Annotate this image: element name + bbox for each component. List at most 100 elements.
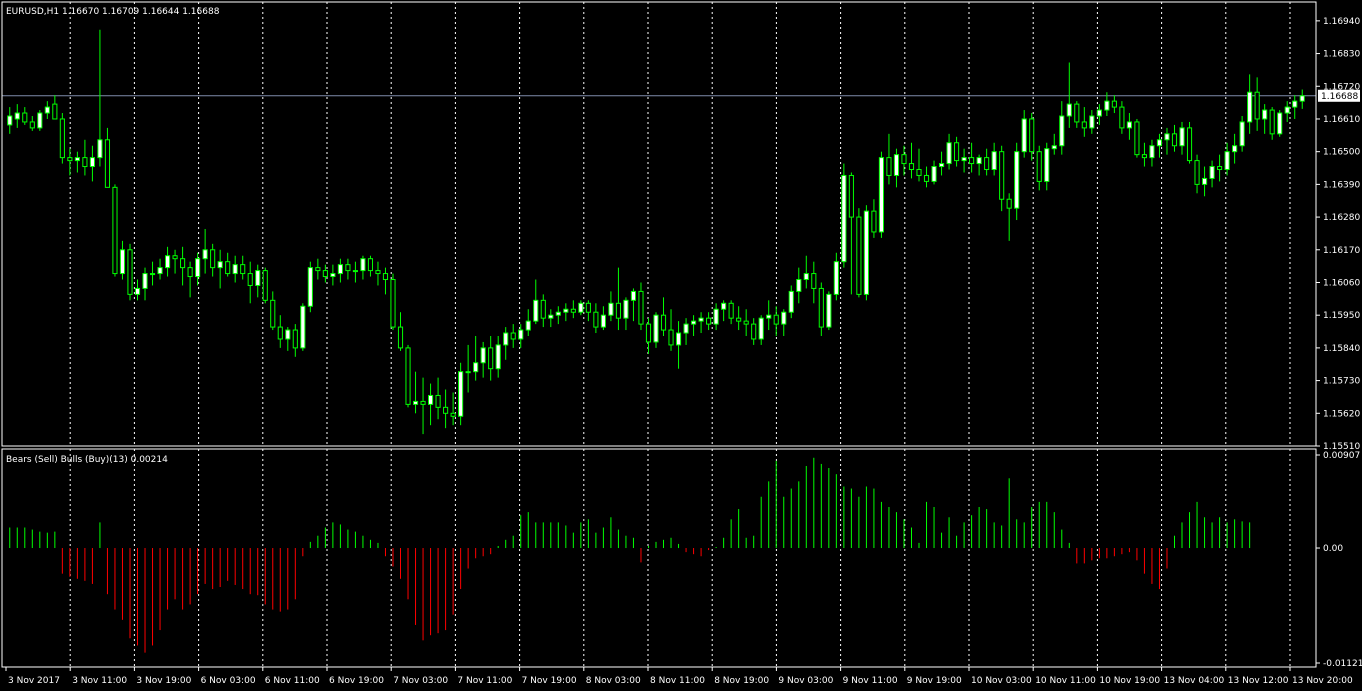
candle: [1141, 142, 1148, 167]
chart-canvas[interactable]: 1.169401.168301.167201.166101.165001.163…: [0, 0, 1362, 691]
time-tick-label: 10 Nov 03:00: [971, 676, 1032, 686]
candle-body-bear: [615, 302, 621, 319]
candle: [668, 309, 674, 351]
indicator-pane[interactable]: [9, 449, 1291, 667]
candle-body-bull: [202, 249, 208, 260]
time-tick-label: 6 Nov 03:00: [201, 676, 256, 686]
candle-body-bull: [766, 314, 772, 319]
candle-body-bull: [878, 157, 885, 233]
candle-body-bear: [773, 314, 779, 325]
candle-body-bull: [217, 261, 223, 269]
symbol-header: EURUSD,H1 1.16670 1.16709 1.16644 1.1668…: [6, 7, 220, 17]
candle-body-bull: [518, 329, 524, 340]
candle-body-bull: [1164, 133, 1170, 141]
candle-body-bear: [315, 267, 321, 272]
candle-body-bear: [999, 151, 1005, 200]
candle-body-bull: [503, 332, 509, 346]
price-tick-label: 1.16280: [1323, 213, 1360, 223]
candle: [999, 145, 1005, 212]
candle: [225, 252, 231, 277]
candle: [773, 306, 779, 336]
candle-body-bear: [1111, 100, 1117, 108]
candle-body-bear: [1217, 166, 1223, 171]
candle: [262, 267, 268, 304]
candle: [593, 303, 599, 334]
candle-body-bull: [578, 302, 584, 313]
candle-body-bull: [683, 323, 689, 334]
candle-body-bull: [255, 270, 261, 286]
candle-body-bear: [886, 157, 892, 176]
candle: [180, 246, 186, 286]
candle: [615, 267, 621, 331]
candle-body-bear: [1186, 127, 1193, 162]
candle: [1179, 121, 1185, 155]
price-pane[interactable]: [2, 2, 1316, 446]
candle: [608, 291, 614, 322]
candle-body-bear: [262, 270, 268, 301]
time-tick-label: 6 Nov 11:00: [265, 676, 320, 686]
candle-body-bull: [330, 273, 336, 278]
candle-body-bull: [698, 317, 704, 322]
candle: [360, 255, 366, 280]
candle: [510, 324, 516, 348]
candle: [112, 184, 118, 277]
candle: [548, 309, 554, 328]
candle-body-bear: [405, 347, 411, 405]
time-tick-label: 9 Nov 19:00: [907, 676, 962, 686]
candle-body-bull: [758, 317, 764, 340]
candle: [450, 392, 456, 426]
candle-body-bull: [691, 320, 697, 325]
candle: [1006, 193, 1012, 241]
candle-body-bear: [728, 302, 734, 319]
candle: [826, 291, 832, 331]
candle-body-bull: [352, 270, 358, 273]
candle-body-bear: [540, 299, 546, 319]
candle: [1217, 154, 1223, 182]
candle: [908, 142, 915, 179]
candle: [375, 261, 381, 286]
price-tick-label: 1.16500: [1323, 148, 1360, 158]
candle: [1044, 142, 1050, 191]
candle-body-bull: [1299, 95, 1305, 102]
candle: [766, 300, 772, 331]
price-tick-label: 1.16830: [1323, 50, 1360, 60]
candle: [758, 315, 764, 345]
candle-body-bull: [833, 261, 839, 295]
candle-body-bear: [52, 103, 58, 120]
candle-body-bear: [660, 314, 667, 331]
candle: [172, 249, 178, 274]
candle-body-bear: [240, 264, 246, 275]
candle-body-bear: [848, 174, 854, 218]
candle: [1232, 133, 1238, 164]
candle-body-bull: [803, 273, 809, 281]
time-tick-label: 9 Nov 03:00: [778, 676, 833, 686]
candle: [97, 29, 103, 167]
candle: [1051, 133, 1057, 155]
candle-body-bear: [818, 287, 824, 328]
candle-body-bull: [525, 320, 531, 331]
candle-body-bear: [420, 400, 426, 405]
candle-body-bull: [300, 305, 306, 349]
candle-body-bear: [901, 154, 907, 165]
candle-body-bear: [67, 157, 73, 162]
candle: [533, 279, 539, 325]
candle-body-bull: [89, 157, 95, 168]
candle: [1262, 104, 1268, 134]
candle: [984, 148, 990, 176]
candle: [14, 104, 20, 128]
candle-body-bear: [668, 329, 674, 346]
candle-body-bull: [1201, 177, 1208, 185]
candle-body-bull: [863, 210, 869, 295]
candle-body-bull: [164, 255, 171, 269]
time-tick-label: 9 Nov 11:00: [843, 676, 898, 686]
candle-body-bear: [1141, 154, 1148, 159]
candle: [367, 255, 374, 277]
candle: [871, 199, 877, 238]
time-tick-label: 13 Nov 20:00: [1292, 676, 1353, 686]
candle: [503, 327, 509, 360]
candle-body-bull: [232, 264, 238, 275]
candle-body-bull: [1089, 115, 1095, 129]
candle: [330, 264, 336, 286]
candle: [991, 142, 997, 176]
candle: [1171, 124, 1178, 152]
